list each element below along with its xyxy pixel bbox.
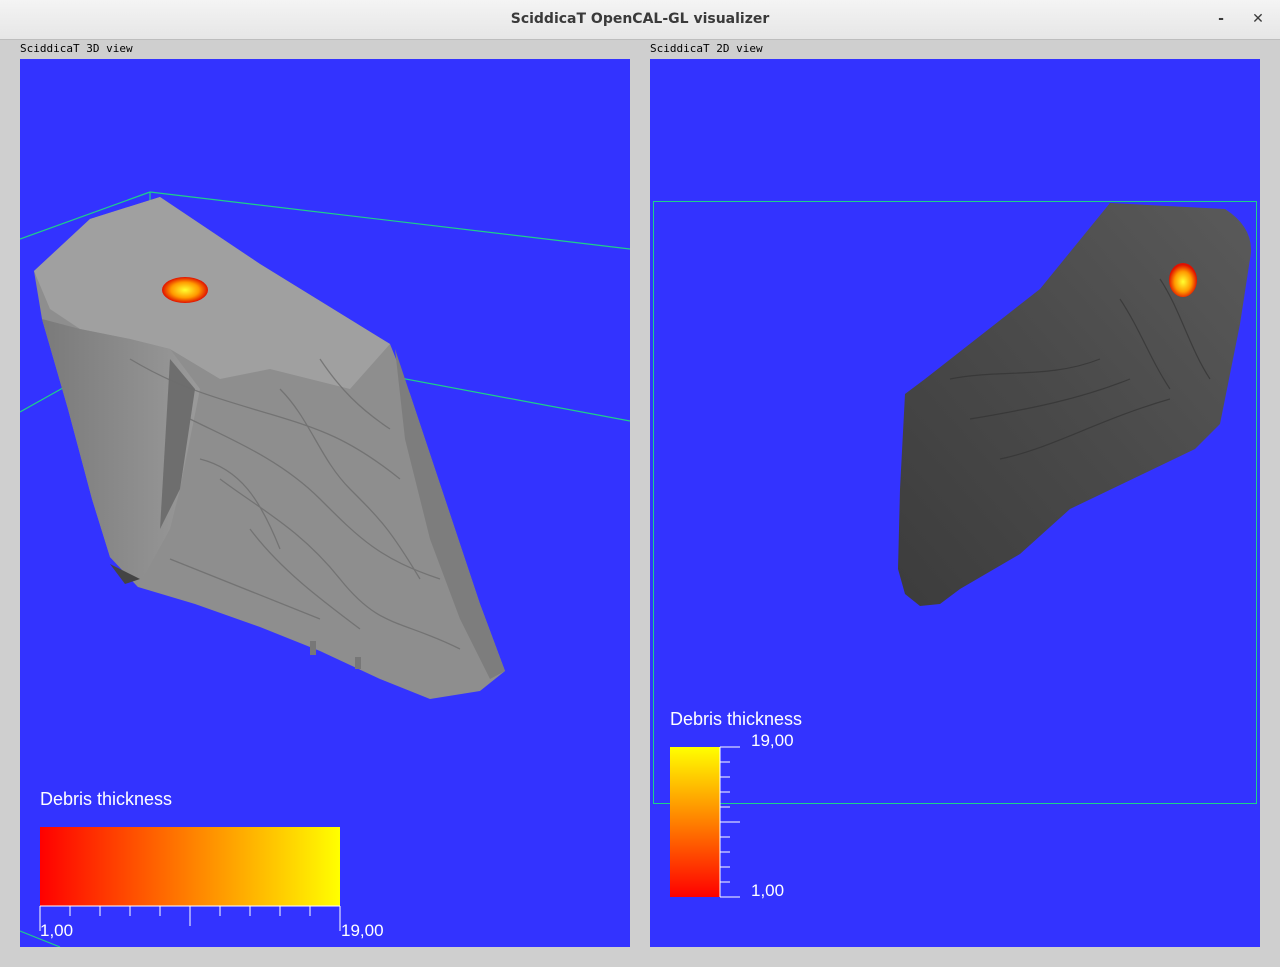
- color-scale-bar-2d: [670, 747, 720, 897]
- legend-title-2d: Debris thickness: [670, 709, 803, 729]
- view-3d-canvas[interactable]: Debris thickness 1,00 19,00: [20, 59, 630, 947]
- terrain-2d: [898, 203, 1251, 606]
- view-2d-canvas[interactable]: Debris thickness 19,00 1,00: [650, 59, 1260, 947]
- legend-min-label-2d: 1,00: [751, 881, 785, 900]
- legend-max-label-2d: 19,00: [751, 731, 794, 750]
- debris-flow-3d: [162, 277, 208, 303]
- window-title: SciddicaT OpenCAL-GL visualizer: [510, 11, 770, 27]
- legend-max-label-3d: 19,00: [341, 921, 384, 940]
- terrain-3d: [34, 197, 505, 699]
- debris-flow-2d: [1169, 263, 1197, 297]
- view-3d-caption: SciddicaT 3D view: [20, 42, 133, 55]
- terrain-2d-render: [653, 201, 1257, 898]
- view-2d-caption: SciddicaT 2D view: [650, 42, 763, 55]
- legend-title-3d: Debris thickness: [40, 789, 173, 809]
- scale-ticks-2d: [719, 746, 740, 898]
- scale-ticks-3d: [39, 905, 341, 931]
- close-button[interactable]: ✕: [1248, 9, 1268, 29]
- terrain-3d-render: [20, 191, 630, 947]
- legend-min-label-3d: 1,00: [40, 921, 74, 940]
- minimize-button[interactable]: -: [1211, 9, 1231, 29]
- window-titlebar: SciddicaT OpenCAL-GL visualizer - ✕: [0, 0, 1280, 40]
- color-scale-bar-3d: [40, 827, 340, 906]
